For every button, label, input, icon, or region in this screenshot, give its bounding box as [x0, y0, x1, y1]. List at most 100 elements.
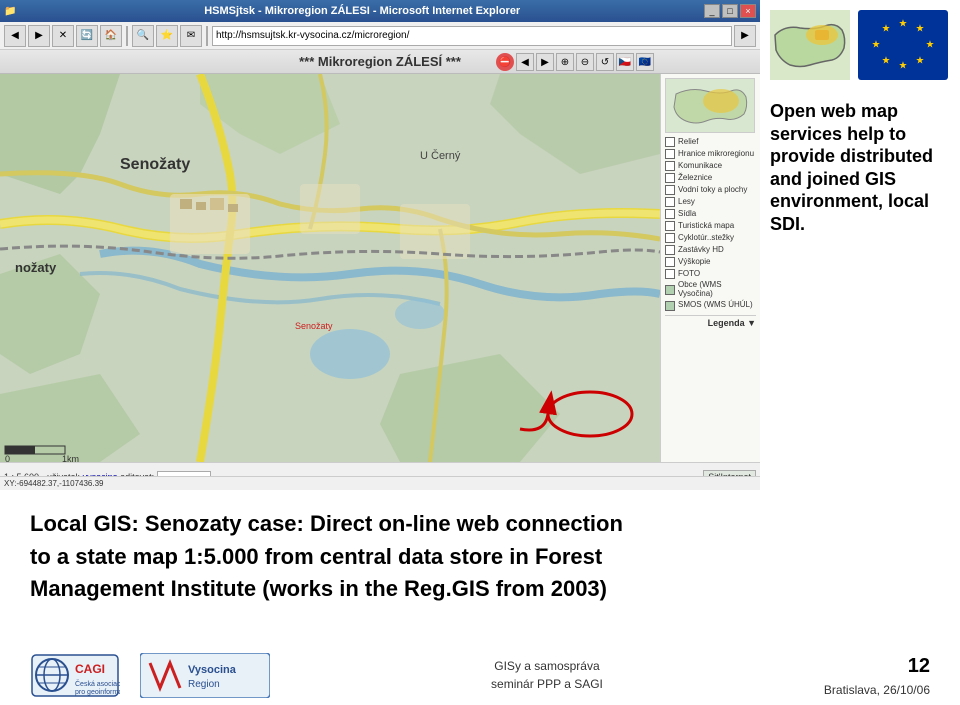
nav-icon-5[interactable]: ↺ [596, 53, 614, 71]
search-button[interactable]: 🔍 [132, 25, 154, 47]
page-number: 12 [824, 651, 930, 681]
legend-smos-wms: SMOS (WMS ÚHÚL) [665, 301, 756, 311]
description-text: Open web map services help to provide di… [770, 100, 950, 235]
nav-icon-4[interactable]: ⊖ [576, 53, 594, 71]
svg-text:Senožaty: Senožaty [295, 321, 333, 331]
svg-text:1km: 1km [62, 454, 79, 462]
cz-map-svg [770, 10, 850, 80]
map-main[interactable]: Senožaty U Černý nožaty Senožaty 0 1km [0, 74, 660, 462]
cz-map [770, 10, 850, 80]
legend-checkbox-relief[interactable] [665, 137, 675, 147]
legend-lesy: Lesy [665, 197, 756, 207]
window-chrome: 📁 HSMSjtsk - Mikroregion ZÁLESI - Micros… [0, 0, 760, 22]
legend-vodni: Vodní toky a plochy [665, 185, 756, 195]
legend-checkbox-zastavky[interactable] [665, 245, 675, 255]
refresh-button[interactable]: 🔄 [76, 25, 98, 47]
top-section: 📁 HSMSjtsk - Mikroregion ZÁLESI - Micros… [0, 0, 960, 490]
svg-text:U Černý: U Černý [420, 149, 461, 162]
footer-date: Bratislava, 26/10/06 [824, 681, 930, 699]
vysocina-logo: Vysocina Region [140, 653, 270, 698]
legend-komunikace: Komunikace [665, 161, 756, 171]
mail-button[interactable]: ✉ [180, 25, 202, 47]
address-bar[interactable] [212, 26, 732, 46]
svg-text:★: ★ [899, 19, 908, 30]
map-svg: Senožaty U Černý nožaty Senožaty 0 1km [0, 74, 660, 462]
legend-relief: Relief [665, 137, 756, 147]
legend-checkbox-hranice[interactable] [665, 149, 675, 159]
legend-zastavky: Zastávky HD [665, 245, 756, 255]
nav-icon-2[interactable]: ▶ [536, 53, 554, 71]
footer-center-line1: GISy a samospráva [290, 657, 804, 675]
maps-area: ★ ★ ★ ★ ★ ★ ★ ★ [770, 10, 950, 80]
legend-checkbox-komunikace[interactable] [665, 161, 675, 171]
minimize-button[interactable]: _ [704, 4, 720, 18]
footer-right: 12 Bratislava, 26/10/06 [824, 651, 930, 699]
footer-center-line2: seminár PPP a SAGI [290, 675, 804, 693]
svg-text:Česká asociace: Česká asociace [75, 679, 120, 688]
coordinates-display: XY:-694482.37,-1107436.39 [4, 479, 104, 488]
flag-cz: 🇨🇿 [616, 53, 634, 71]
coordinates-bar: XY:-694482.37,-1107436.39 [0, 476, 760, 490]
svg-text:nožaty: nožaty [15, 260, 57, 275]
svg-text:pro geoinformace: pro geoinformace [75, 689, 120, 696]
legend-checkbox-turisticka[interactable] [665, 221, 675, 231]
forward-button[interactable]: ▶ [28, 25, 50, 47]
legend-checkbox-lesy[interactable] [665, 197, 675, 207]
map-legend: Relief Hranice mikroregionu Komunikace Ž… [660, 74, 760, 462]
close-button[interactable]: × [740, 4, 756, 18]
svg-text:★: ★ [926, 40, 935, 51]
map-container: 📁 HSMSjtsk - Mikroregion ZÁLESI - Micros… [0, 0, 760, 490]
svg-text:0: 0 [5, 454, 10, 462]
cagi-logo-svg: CAGI Česká asociace pro geoinformace [30, 653, 120, 698]
toolbar-sep2 [206, 26, 208, 46]
caption-line1: Local GIS: Senozaty case: Direct on-line… [30, 510, 930, 539]
stop-nav-icon[interactable]: ⛔ [496, 53, 514, 71]
legend-title: Legenda ▼ [665, 315, 756, 328]
thumbnail-svg [666, 79, 755, 133]
back-button[interactable]: ◀ [4, 25, 26, 47]
legend-sidla: Sídla [665, 209, 756, 219]
caption-line2: to a state map 1:5.000 from central data… [30, 543, 930, 572]
window-controls[interactable]: _ □ × [704, 4, 756, 18]
thumbnail-map [665, 78, 755, 133]
home-button[interactable]: 🏠 [100, 25, 122, 47]
legend-hranice: Hranice mikroregionu [665, 149, 756, 159]
legend-checkbox-zeleznice[interactable] [665, 173, 675, 183]
legend-foto: FOTO [665, 269, 756, 279]
svg-text:★: ★ [916, 24, 925, 35]
maximize-button[interactable]: □ [722, 4, 738, 18]
legend-checkbox-sidla[interactable] [665, 209, 675, 219]
favorites-button[interactable]: ⭐ [156, 25, 178, 47]
legend-obce-wms: Obce (WMS Vysočina) [665, 281, 756, 299]
legend-checkbox-cyklotour[interactable] [665, 233, 675, 243]
svg-text:CAGI: CAGI [75, 662, 105, 676]
legend-checkbox-obce[interactable] [665, 285, 675, 295]
legend-vyskopie: Výškopie [665, 257, 756, 267]
svg-text:★: ★ [872, 40, 881, 51]
legend-items: Relief Hranice mikroregionu Komunikace Ž… [665, 137, 756, 311]
nav-icon-1[interactable]: ◀ [516, 53, 534, 71]
legend-checkbox-vyskopie[interactable] [665, 257, 675, 267]
svg-text:★: ★ [882, 56, 891, 67]
right-panel: ★ ★ ★ ★ ★ ★ ★ ★ Open web map services he… [760, 0, 960, 490]
svg-text:★: ★ [882, 24, 891, 35]
legend-checkbox-foto[interactable] [665, 269, 675, 279]
map-toolbar: ◀ ▶ ✕ 🔄 🏠 🔍 ⭐ ✉ ▶ [0, 22, 760, 50]
go-button[interactable]: ▶ [734, 25, 756, 47]
footer-center: GISy a samospráva seminár PPP a SAGI [290, 657, 804, 693]
toolbar-sep1 [126, 26, 128, 46]
svg-text:★: ★ [899, 61, 908, 72]
legend-checkbox-smos[interactable] [665, 301, 675, 311]
legend-checkbox-vodni[interactable] [665, 185, 675, 195]
svg-text:★: ★ [916, 56, 925, 67]
eu-flag-svg: ★ ★ ★ ★ ★ ★ ★ ★ [858, 10, 948, 80]
svg-text:Vysocina: Vysocina [188, 664, 237, 676]
legend-cyklotour: Cyklotúr..stežky [665, 233, 756, 243]
window-title: HSMSjtsk - Mikroregion ZÁLESI - Microsof… [20, 5, 704, 17]
map-header-bar: ⛔ ◀ ▶ ⊕ ⊖ ↺ 🇨🇿 🇪🇺 *** Mikroregion ZÁLESÍ… [0, 50, 760, 74]
caption-line3: Management Institute (works in the Reg.G… [30, 575, 930, 604]
legend-turisticka: Turistická mapa [665, 221, 756, 231]
flag-eu: 🇪🇺 [636, 53, 654, 71]
nav-icon-3[interactable]: ⊕ [556, 53, 574, 71]
stop-button[interactable]: ✕ [52, 25, 74, 47]
